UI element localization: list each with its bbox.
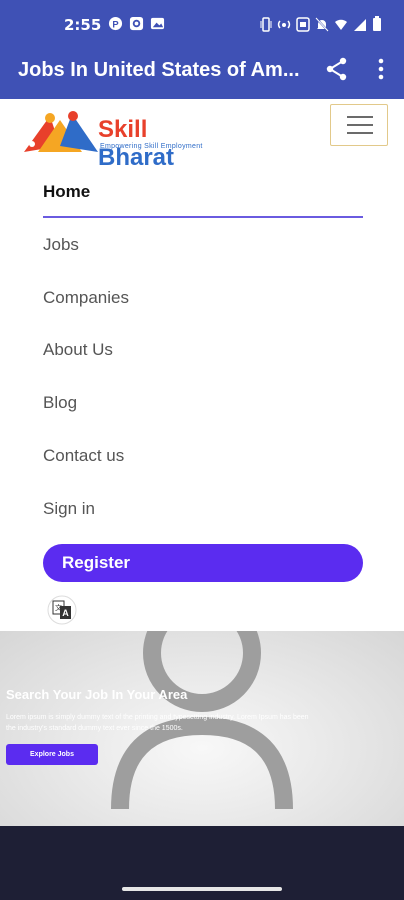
app-bar: Jobs In United States of Am... [0, 40, 404, 99]
hero-description: Lorem ipsum is simply dummy text of the … [6, 714, 309, 732]
image-notification-icon [150, 17, 165, 30]
register-button[interactable]: Register [43, 544, 363, 582]
logo-tagline: Empowering Skill Employment [100, 143, 203, 150]
hotspot-icon [277, 19, 291, 29]
status-notification-icons: P [108, 16, 165, 31]
nav-item-blog[interactable]: Blog [43, 393, 77, 413]
app-bar-title: Jobs In United States of Am... [18, 59, 300, 81]
nfc-icon [296, 16, 310, 32]
logo-word-skill: Skill [98, 116, 148, 143]
battery-icon [373, 16, 381, 31]
nav-item-jobs[interactable]: Jobs [43, 235, 79, 255]
hero-banner: Search Your Job In Your Area Lorem ipsum… [0, 631, 404, 826]
translate-icon[interactable]: 文 A [47, 595, 77, 625]
more-options-icon[interactable] [372, 56, 390, 82]
nav-item-companies[interactable]: Companies [43, 288, 129, 308]
share-icon[interactable] [324, 56, 350, 82]
hamburger-line [347, 116, 373, 118]
notification-icon: P [108, 16, 123, 31]
hamburger-line [347, 124, 373, 126]
status-system-icons [260, 16, 382, 32]
vibrate-icon [260, 16, 272, 32]
skill-bharat-logo[interactable]: Skill Bharat Empowering Skill Employment [20, 106, 230, 171]
status-bar: 2:55 P [0, 0, 404, 40]
nav-active-underline [43, 216, 363, 218]
camera-notification-icon [129, 16, 144, 31]
hamburger-line [347, 132, 373, 134]
logo-mark-icon [24, 111, 98, 152]
nav-item-sign-in[interactable]: Sign in [43, 499, 95, 519]
signal-icon [354, 18, 366, 31]
explore-jobs-button[interactable]: Explore Jobs [6, 744, 98, 765]
hero-title: Search Your Job In Your Area [6, 687, 188, 702]
svg-text:P: P [112, 19, 118, 29]
gesture-navigation-bar[interactable] [122, 887, 282, 891]
wifi-icon [335, 19, 347, 30]
mute-icon [315, 16, 329, 32]
menu-toggle-button[interactable] [330, 104, 388, 146]
status-time: 2:55 [64, 16, 102, 34]
nav-item-home[interactable]: Home [43, 182, 90, 202]
svg-text:A: A [62, 608, 69, 618]
nav-item-contact-us[interactable]: Contact us [43, 446, 124, 466]
nav-item-about-us[interactable]: About Us [43, 340, 113, 360]
